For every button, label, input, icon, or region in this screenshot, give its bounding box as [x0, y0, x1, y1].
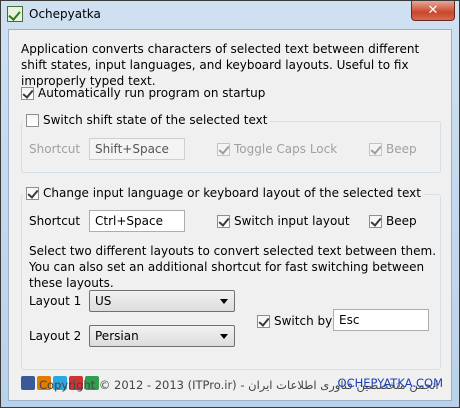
- toggle-caps-checkbox-box[interactable]: [217, 142, 230, 156]
- switch-by-checkbox-box[interactable]: [257, 314, 270, 328]
- shift-state-label: Switch shift state of the selected text: [43, 113, 268, 127]
- app-window: Ochepyatka ✕ Application converts charac…: [0, 0, 460, 408]
- layout-shortcut-label: Shortcut: [29, 214, 81, 228]
- layout2-select[interactable]: Persian: [89, 325, 235, 347]
- switch-by-checkbox[interactable]: Switch by: [257, 314, 332, 328]
- switch-by-field[interactable]: Esc: [333, 309, 429, 331]
- shift-shortcut-label: Shortcut: [29, 142, 81, 156]
- layout-hint-text: Select two different layouts to convert …: [29, 244, 437, 290]
- layout2-label: Layout 2: [29, 329, 82, 343]
- chevron-down-icon: [220, 334, 228, 339]
- facebook-icon[interactable]: [21, 376, 35, 390]
- switch-input-checkbox[interactable]: Switch input layout: [217, 214, 350, 228]
- shift-state-checkbox-box[interactable]: [26, 113, 39, 127]
- shift-beep-checkbox[interactable]: Beep: [369, 142, 417, 156]
- layout-label: Change input language or keyboard layout…: [43, 186, 421, 200]
- toggle-caps-label: Toggle Caps Lock: [234, 142, 338, 156]
- layout1-select[interactable]: US: [89, 290, 235, 312]
- shift-state-checkbox[interactable]: Switch shift state of the selected text: [23, 113, 271, 127]
- layout-checkbox-box[interactable]: [26, 186, 39, 200]
- title-bar[interactable]: Ochepyatka ✕: [1, 1, 459, 29]
- close-button[interactable]: ✕: [411, 1, 455, 21]
- layout2-value: Persian: [95, 329, 139, 343]
- layout1-label: Layout 1: [29, 294, 82, 308]
- layout1-value: US: [95, 294, 112, 308]
- chevron-down-icon: [220, 299, 228, 304]
- shift-shortcut-field[interactable]: Shift+Space: [89, 138, 185, 160]
- layout-beep-checkbox-box[interactable]: [369, 214, 382, 228]
- layout-beep-label: Beep: [386, 214, 417, 228]
- switch-by-label: Switch by: [274, 314, 333, 328]
- description-text: Application converts characters of selec…: [21, 42, 420, 88]
- autorun-label: Automatically run program on startup: [38, 86, 266, 100]
- main-panel: Application converts characters of selec…: [8, 29, 452, 401]
- app-icon: [7, 6, 23, 22]
- layout-shortcut-field[interactable]: Ctrl+Space: [89, 210, 185, 232]
- shift-beep-label: Beep: [386, 142, 417, 156]
- website-link[interactable]: OCHEPYATKA.COM: [338, 376, 443, 390]
- shift-beep-checkbox-box[interactable]: [369, 142, 382, 156]
- layout-beep-checkbox[interactable]: Beep: [369, 214, 417, 228]
- autorun-checkbox[interactable]: Automatically run program on startup: [21, 86, 265, 100]
- switch-input-checkbox-box[interactable]: [217, 214, 230, 228]
- window-title: Ochepyatka: [29, 7, 101, 21]
- toggle-caps-checkbox[interactable]: Toggle Caps Lock: [217, 142, 337, 156]
- switch-input-label: Switch input layout: [234, 214, 350, 228]
- autorun-checkbox-box[interactable]: [21, 86, 34, 100]
- layout-checkbox[interactable]: Change input language or keyboard layout…: [23, 186, 424, 200]
